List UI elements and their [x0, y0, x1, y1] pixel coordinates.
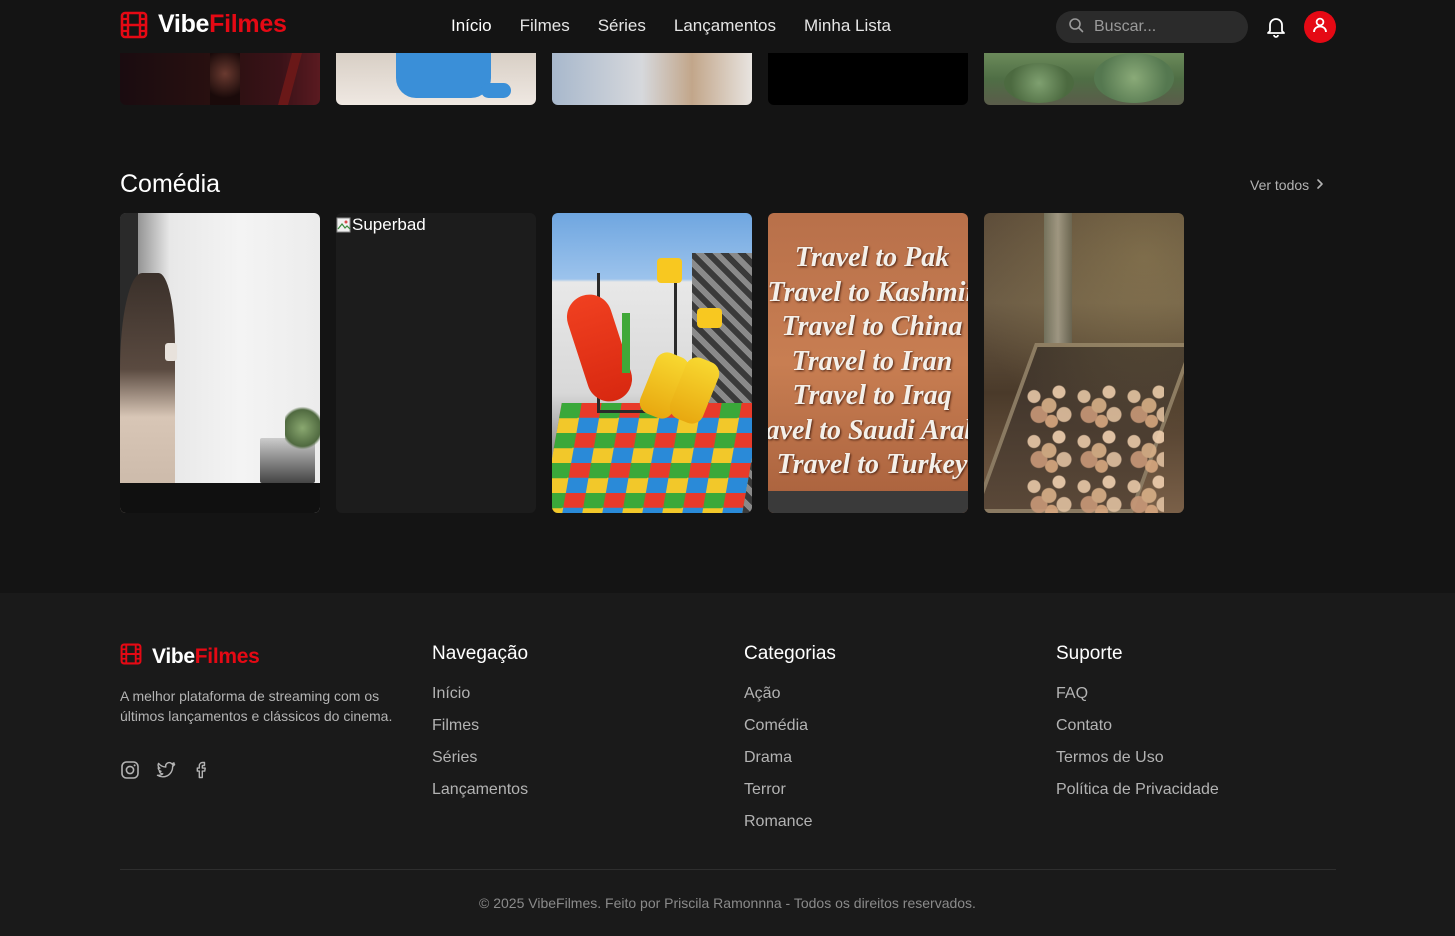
movie-card[interactable] [984, 53, 1184, 105]
broken-image-icon [336, 217, 351, 233]
footer-link-lancamentos[interactable]: Lançamentos [432, 781, 528, 813]
film-icon [120, 643, 142, 670]
footer-link-comedia[interactable]: Comédia [744, 717, 836, 749]
avatar[interactable] [1304, 11, 1336, 43]
footer-logo-text: VibeFilmes [152, 645, 260, 669]
footer-logo-part-2: Filmes [194, 644, 260, 668]
movie-poster-broken[interactable]: Superbad [336, 213, 536, 513]
footer-column-title: Suporte [1056, 643, 1123, 664]
nav-filmes[interactable]: Filmes [520, 16, 570, 36]
search-input[interactable] [1094, 18, 1234, 36]
broken-image-alt: Superbad [336, 215, 426, 235]
movie-card[interactable] [768, 53, 968, 105]
movie-card[interactable] [552, 53, 752, 105]
footer-link-privacidade[interactable]: Política de Privacidade [1056, 781, 1219, 813]
footer-link-inicio[interactable]: Início [432, 685, 528, 717]
copyright: © 2025 VibeFilmes. Feito por Priscila Ra… [479, 895, 976, 911]
footer-logo[interactable]: VibeFilmes [120, 643, 260, 670]
previous-row [120, 53, 1184, 105]
footer-link-acao[interactable]: Ação [744, 685, 836, 717]
footer-link-romance[interactable]: Romance [744, 813, 836, 845]
user-icon [1311, 16, 1329, 39]
footer-column-navegacao: Navegação Início Filmes Séries Lançament… [432, 643, 528, 813]
footer-link-drama[interactable]: Drama [744, 749, 836, 781]
footer-column-title: Categorias [744, 643, 836, 664]
poster-travel-text: Travel to Pak Travel to Kashmir Travel t… [768, 242, 968, 480]
social-links [120, 760, 212, 785]
logo-part-2: Filmes [209, 10, 287, 38]
nav-lancamentos[interactable]: Lançamentos [674, 16, 776, 36]
see-all-link[interactable]: Ver todos [1250, 177, 1325, 193]
nav-inicio[interactable]: Início [451, 16, 492, 36]
movie-poster[interactable]: Travel to Pak Travel to Kashmir Travel t… [768, 213, 968, 513]
section-title: Comédia [120, 170, 221, 198]
footer-link-terror[interactable]: Terror [744, 781, 836, 813]
search-icon [1068, 17, 1084, 38]
nav-minha-lista[interactable]: Minha Lista [804, 16, 891, 36]
footer: VibeFilmes A melhor plataforma de stream… [0, 593, 1455, 936]
bell-icon[interactable] [1264, 14, 1288, 43]
footer-link-faq[interactable]: FAQ [1056, 685, 1219, 717]
movie-poster[interactable] [552, 213, 752, 513]
logo[interactable]: VibeFilmes [120, 10, 287, 39]
footer-column-suporte: Suporte FAQ Contato Termos de Uso Políti… [1056, 643, 1219, 813]
logo-part-1: Vibe [158, 10, 210, 38]
main-nav: Início Filmes Séries Lançamentos Minha L… [451, 16, 891, 36]
movie-card[interactable] [120, 53, 320, 105]
footer-link-termos[interactable]: Termos de Uso [1056, 749, 1219, 781]
footer-link-contato[interactable]: Contato [1056, 717, 1219, 749]
see-all-label: Ver todos [1250, 177, 1310, 193]
footer-description: A melhor plataforma de streaming com os … [120, 688, 393, 724]
chevron-right-icon [1315, 177, 1325, 193]
facebook-icon[interactable] [192, 760, 212, 785]
movie-poster[interactable] [120, 213, 320, 513]
footer-logo-part-1: Vibe [152, 644, 195, 668]
footer-column-categorias: Categorias Ação Comédia Drama Terror Rom… [744, 643, 836, 845]
movie-poster[interactable] [984, 213, 1184, 513]
movie-card[interactable] [336, 53, 536, 105]
twitter-icon[interactable] [156, 760, 176, 785]
footer-link-filmes[interactable]: Filmes [432, 717, 528, 749]
footer-column-title: Navegação [432, 643, 529, 664]
footer-link-series[interactable]: Séries [432, 749, 528, 781]
footer-divider [120, 869, 1336, 870]
top-header: VibeFilmes Início Filmes Séries Lançamen… [0, 0, 1455, 53]
film-icon [120, 11, 148, 39]
logo-text: VibeFilmes [158, 10, 287, 39]
nav-series[interactable]: Séries [598, 16, 646, 36]
comedy-row: Superbad Travel to Pak Travel to Kashmir… [120, 213, 1184, 513]
instagram-icon[interactable] [120, 760, 140, 785]
search-box[interactable] [1056, 11, 1248, 43]
